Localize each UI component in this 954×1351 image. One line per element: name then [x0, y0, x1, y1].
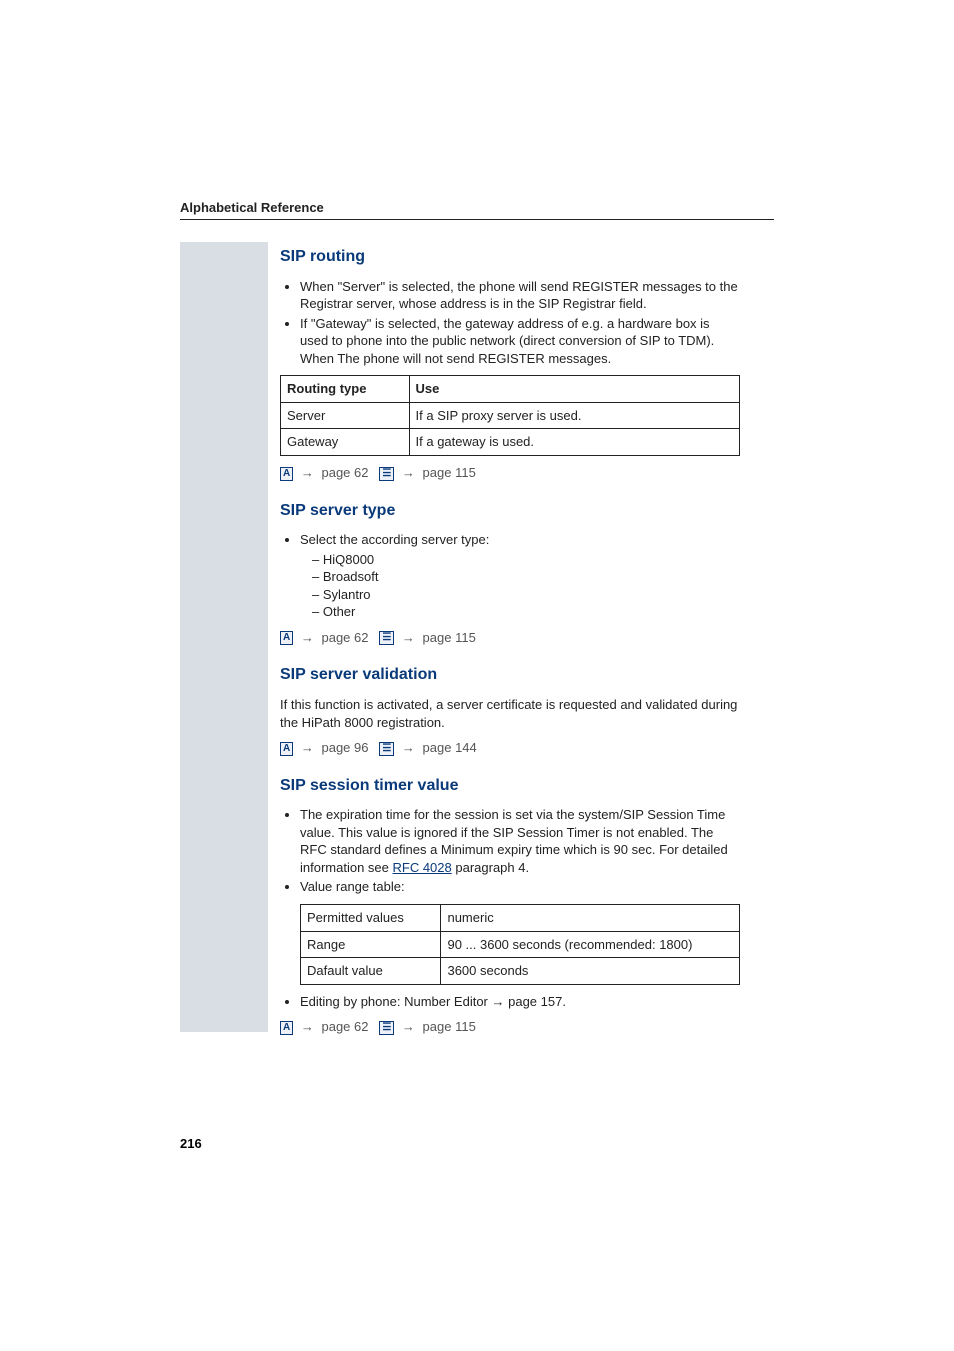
list-item-text: Editing by phone: Number Editor: [300, 994, 492, 1009]
table-cell: 3600 seconds: [441, 958, 740, 985]
page-ref-link[interactable]: page 62: [321, 1019, 368, 1034]
admin-icon: A: [280, 742, 293, 756]
table-cell: 90 ... 3600 seconds (recommended: 1800): [441, 931, 740, 958]
arrow-icon: →: [301, 465, 314, 480]
web-icon: ☰: [379, 1021, 394, 1035]
arrow-icon: →: [301, 1019, 314, 1034]
table-cell: Dafault value: [301, 958, 441, 985]
list-item: Value range table:: [300, 878, 740, 896]
list-item: Other: [312, 603, 740, 621]
table-row: Gateway If a gateway is used.: [281, 429, 740, 456]
cross-reference: A → page 96 ☰ → page 144: [280, 739, 740, 757]
table-cell: Range: [301, 931, 441, 958]
cross-reference: A → page 62 ☰ → page 115: [280, 1018, 740, 1036]
table-cell: Gateway: [281, 429, 410, 456]
list-item: When "Server" is selected, the phone wil…: [300, 278, 740, 313]
table-header: Routing type: [281, 376, 410, 403]
table-cell: numeric: [441, 904, 740, 931]
page-ref-link[interactable]: page 157.: [505, 994, 566, 1009]
table-cell: Permitted values: [301, 904, 441, 931]
page-ref-link[interactable]: page 115: [423, 1019, 476, 1034]
cross-reference: A → page 62 ☰ → page 115: [280, 464, 740, 482]
sip-routing-bullets: When "Server" is selected, the phone wil…: [280, 278, 740, 368]
running-head: Alphabetical Reference: [180, 200, 774, 220]
heading-sip-server-type: SIP server type: [280, 500, 740, 522]
list-item-text: paragraph 4.: [452, 860, 529, 875]
table-cell: Server: [281, 402, 410, 429]
arrow-icon: →: [301, 740, 314, 755]
list-item: If "Gateway" is selected, the gateway ad…: [300, 315, 740, 368]
list-item-text: Select the according server type:: [300, 532, 489, 547]
cross-reference: A → page 62 ☰ → page 115: [280, 629, 740, 647]
table-cell: If a gateway is used.: [409, 429, 739, 456]
table-row: Routing type Use: [281, 376, 740, 403]
heading-sip-session-timer-value: SIP session timer value: [280, 775, 740, 797]
table-row: Dafault value 3600 seconds: [301, 958, 740, 985]
list-item: HiQ8000: [312, 551, 740, 569]
arrow-icon: →: [402, 630, 415, 645]
page-number: 216: [180, 1136, 202, 1151]
page-ref-link[interactable]: page 115: [423, 465, 476, 480]
page-ref-link[interactable]: page 62: [321, 465, 368, 480]
admin-icon: A: [280, 1021, 293, 1035]
list-item: Sylantro: [312, 586, 740, 604]
web-icon: ☰: [379, 631, 394, 645]
web-icon: ☰: [379, 467, 394, 481]
admin-icon: A: [280, 631, 293, 645]
arrow-icon: →: [402, 465, 415, 480]
page-ref-link[interactable]: page 144: [423, 740, 477, 755]
arrow-icon: →: [301, 630, 314, 645]
table-header: Use: [409, 376, 739, 403]
table-row: Permitted values numeric: [301, 904, 740, 931]
table-cell: If a SIP proxy server is used.: [409, 402, 739, 429]
routing-type-table: Routing type Use Server If a SIP proxy s…: [280, 375, 740, 456]
web-icon: ☰: [379, 742, 394, 756]
list-item: Editing by phone: Number Editor → page 1…: [300, 993, 740, 1011]
main-content: SIP routing When "Server" is selected, t…: [280, 246, 740, 1036]
value-range-table: Permitted values numeric Range 90 ... 36…: [300, 904, 740, 985]
table-row: Range 90 ... 3600 seconds (recommended: …: [301, 931, 740, 958]
server-type-options: HiQ8000 Broadsoft Sylantro Other: [300, 551, 740, 621]
rfc-4028-link[interactable]: RFC 4028: [393, 860, 452, 875]
left-margin-band: [180, 242, 268, 1032]
sip-session-bullets-2: Editing by phone: Number Editor → page 1…: [280, 993, 740, 1011]
sip-session-bullets: The expiration time for the session is s…: [280, 806, 740, 896]
list-item: Broadsoft: [312, 568, 740, 586]
heading-sip-routing: SIP routing: [280, 246, 740, 268]
admin-icon: A: [280, 467, 293, 481]
list-item: Select the according server type: HiQ800…: [300, 531, 740, 621]
page-ref-link[interactable]: page 115: [423, 630, 476, 645]
arrow-icon: →: [402, 1019, 415, 1034]
table-row: Server If a SIP proxy server is used.: [281, 402, 740, 429]
list-item: The expiration time for the session is s…: [300, 806, 740, 876]
arrow-icon: →: [402, 740, 415, 755]
arrow-icon: →: [492, 994, 505, 1009]
sip-server-type-bullets: Select the according server type: HiQ800…: [280, 531, 740, 621]
page-ref-link[interactable]: page 96: [321, 740, 368, 755]
body-text: If this function is activated, a server …: [280, 696, 740, 731]
heading-sip-server-validation: SIP server validation: [280, 664, 740, 686]
page-ref-link[interactable]: page 62: [321, 630, 368, 645]
